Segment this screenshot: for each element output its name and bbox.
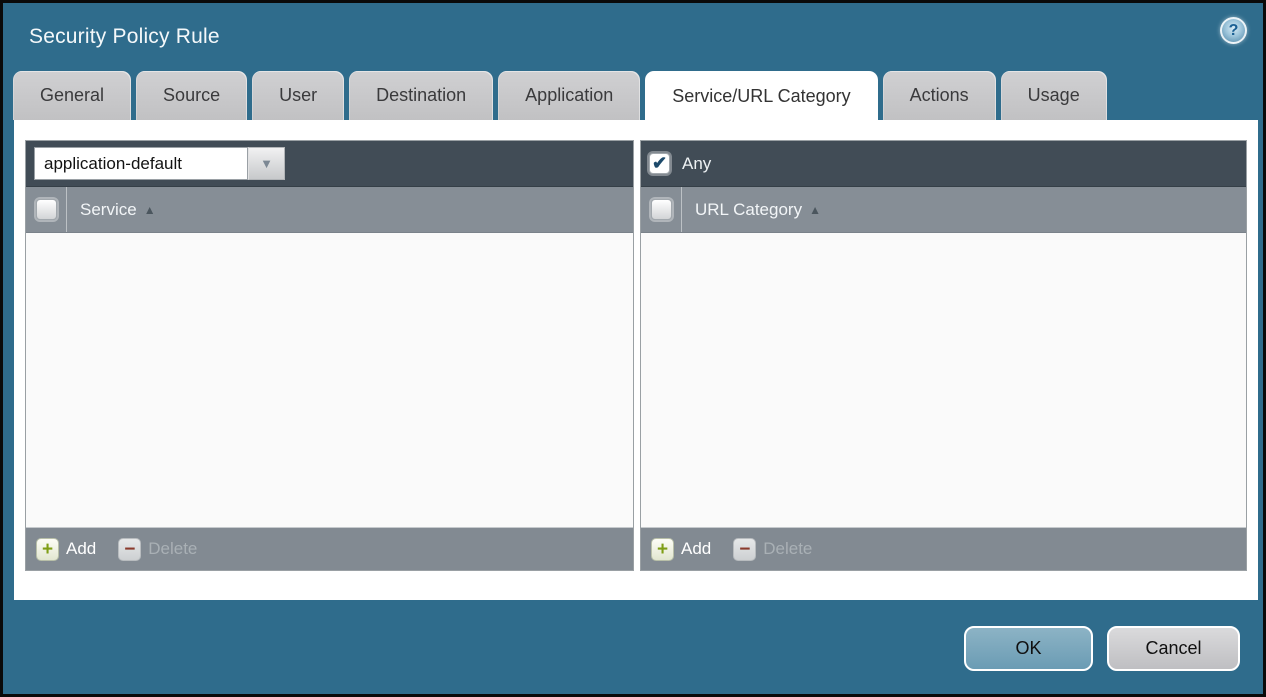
any-checkbox-label: Any [682, 154, 711, 174]
tab-destination[interactable]: Destination [349, 71, 493, 120]
url-category-toolbar: ✔ Any [641, 141, 1246, 187]
url-category-column-header[interactable]: URL Category ▲ [695, 200, 821, 220]
tab-source[interactable]: Source [136, 71, 247, 120]
service-mode-input[interactable] [34, 147, 248, 180]
service-select-all-checkbox[interactable] [36, 199, 57, 220]
service-footer: + Add − Delete [26, 527, 633, 570]
service-select-all-cell [26, 187, 67, 232]
delete-minus-icon: − [118, 538, 141, 561]
service-mode-dropdown: ▼ [34, 147, 285, 180]
url-category-column-label: URL Category [695, 200, 802, 220]
sort-asc-icon: ▲ [809, 203, 821, 217]
service-delete-button[interactable]: − Delete [118, 538, 197, 561]
any-checkbox[interactable]: ✔ [649, 153, 670, 174]
dialog-titlebar: Security Policy Rule [3, 3, 1263, 71]
chevron-down-icon: ▼ [260, 156, 273, 171]
tab-application[interactable]: Application [498, 71, 640, 120]
help-icon-glyph: ? [1229, 22, 1239, 40]
service-toolbar: ▼ [26, 141, 633, 187]
service-panel: ▼ Service ▲ + Add − Delete [25, 140, 634, 571]
url-category-footer: + Add − Delete [641, 527, 1246, 570]
service-add-button[interactable]: + Add [36, 538, 96, 561]
url-category-select-all-checkbox[interactable] [651, 199, 672, 220]
url-category-table-header: URL Category ▲ [641, 187, 1246, 233]
cancel-button[interactable]: Cancel [1107, 626, 1240, 671]
url-category-add-button[interactable]: + Add [651, 538, 711, 561]
url-category-panel: ✔ Any URL Category ▲ + Add − Delete [640, 140, 1247, 571]
security-policy-rule-dialog: { "window": { "title": "Security Policy … [0, 0, 1266, 697]
url-category-delete-label: Delete [763, 539, 812, 559]
help-icon[interactable]: ? [1220, 17, 1247, 44]
service-mode-dropdown-button[interactable]: ▼ [248, 147, 285, 180]
tab-usage[interactable]: Usage [1001, 71, 1107, 120]
url-category-delete-button[interactable]: − Delete [733, 538, 812, 561]
ok-button[interactable]: OK [964, 626, 1093, 671]
url-category-table-body [641, 233, 1246, 527]
add-plus-icon: + [36, 538, 59, 561]
tab-content-area: ▼ Service ▲ + Add − Delete [14, 120, 1258, 600]
service-table-header: Service ▲ [26, 187, 633, 233]
service-add-label: Add [66, 539, 96, 559]
tab-service-url-category[interactable]: Service/URL Category [645, 71, 877, 122]
service-column-label: Service [80, 200, 137, 220]
check-icon: ✔ [652, 154, 667, 172]
sort-asc-icon: ▲ [144, 203, 156, 217]
service-delete-label: Delete [148, 539, 197, 559]
tab-user[interactable]: User [252, 71, 344, 120]
add-plus-icon: + [651, 538, 674, 561]
tab-bar: General Source User Destination Applicat… [13, 71, 1107, 120]
service-table-body [26, 233, 633, 527]
url-category-add-label: Add [681, 539, 711, 559]
delete-minus-icon: − [733, 538, 756, 561]
service-column-header[interactable]: Service ▲ [80, 200, 156, 220]
dialog-footer: OK Cancel [3, 600, 1263, 697]
dialog-title: Security Policy Rule [29, 25, 220, 49]
tab-general[interactable]: General [13, 71, 131, 120]
url-category-select-all-cell [641, 187, 682, 232]
tab-actions[interactable]: Actions [883, 71, 996, 120]
